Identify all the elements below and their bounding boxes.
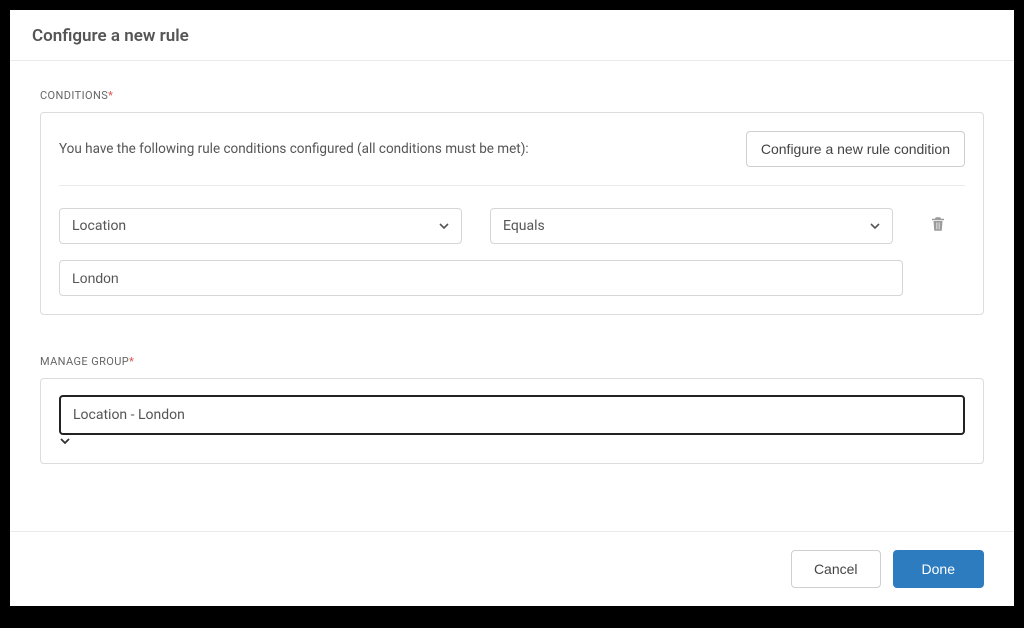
manage-group-select-wrap: Location - London (59, 395, 965, 447)
add-condition-button[interactable]: Configure a new rule condition (746, 131, 965, 167)
dialog-footer: Cancel Done (10, 531, 1014, 606)
conditions-required-mark: * (108, 89, 113, 102)
dialog-title: Configure a new rule (32, 26, 992, 46)
condition-row: Location Equals (59, 208, 965, 244)
done-button[interactable]: Done (893, 550, 984, 588)
conditions-panel: You have the following rule conditions c… (40, 112, 984, 315)
chevron-down-icon (59, 435, 965, 447)
manage-group-required-mark: * (129, 355, 134, 368)
dialog-header: Configure a new rule (10, 10, 1014, 61)
delete-condition-button[interactable] (921, 214, 955, 238)
condition-value-input[interactable] (59, 260, 903, 296)
cancel-button[interactable]: Cancel (791, 550, 881, 588)
configure-rule-window: Configure a new rule CONDITIONS* You hav… (10, 10, 1014, 606)
condition-operator-select[interactable]: Equals (490, 208, 893, 244)
conditions-description: You have the following rule conditions c… (59, 141, 529, 157)
manage-group-section: MANAGE GROUP* Location - London (40, 355, 984, 464)
dialog-content: CONDITIONS* You have the following rule … (10, 61, 1014, 531)
manage-group-label: MANAGE GROUP* (40, 355, 984, 368)
condition-field-select-wrap: Location (59, 208, 462, 244)
condition-field-select[interactable]: Location (59, 208, 462, 244)
trash-icon (929, 214, 947, 238)
manage-group-select[interactable]: Location - London (59, 395, 965, 435)
manage-group-panel: Location - London (40, 378, 984, 464)
manage-group-label-text: MANAGE GROUP (40, 355, 129, 368)
conditions-label-text: CONDITIONS (40, 89, 108, 102)
conditions-panel-header: You have the following rule conditions c… (59, 131, 965, 186)
conditions-label: CONDITIONS* (40, 89, 984, 102)
condition-operator-select-wrap: Equals (490, 208, 893, 244)
